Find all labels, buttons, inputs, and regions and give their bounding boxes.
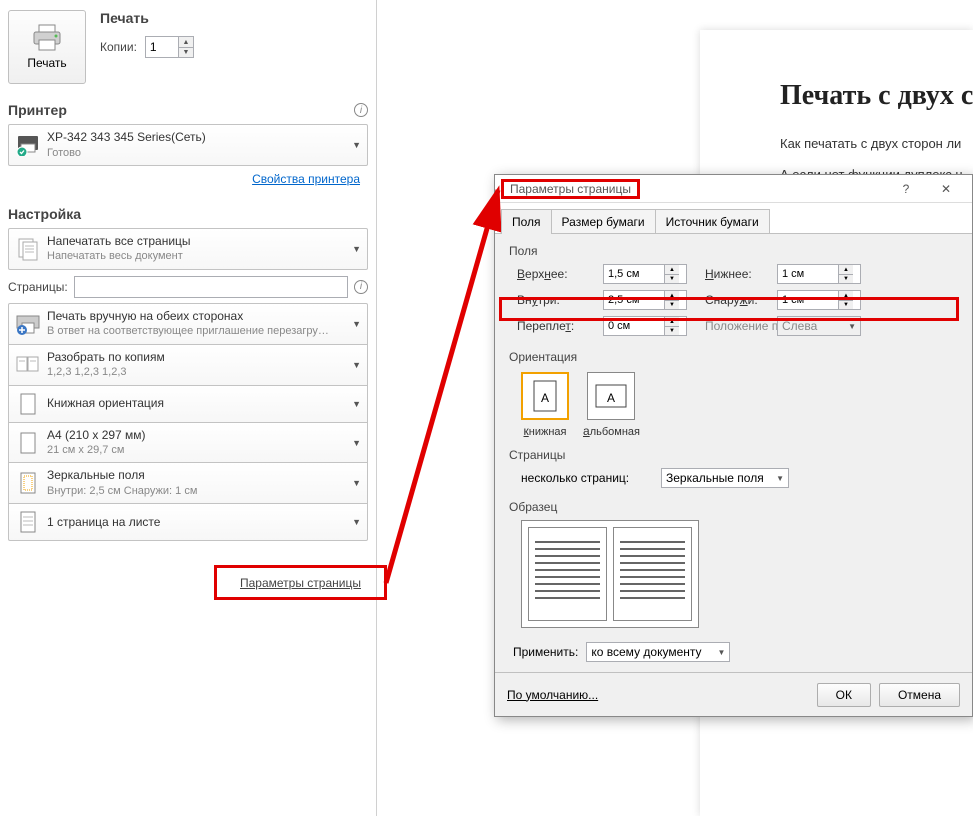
default-button[interactable]: По умолчанию... bbox=[507, 688, 598, 702]
page-icon bbox=[15, 430, 41, 456]
svg-text:A: A bbox=[541, 391, 549, 405]
spinner-down-icon[interactable]: ▼ bbox=[665, 300, 679, 309]
spinner-up-icon[interactable]: ▲ bbox=[665, 317, 679, 326]
dialog-title-highlight: Параметры страницы bbox=[501, 179, 640, 199]
spinner-up-icon[interactable]: ▲ bbox=[839, 291, 853, 300]
spinner-up-icon[interactable]: ▲ bbox=[179, 37, 193, 47]
outside-margin-label: Снаружи: bbox=[687, 293, 777, 307]
duplex-dropdown[interactable]: Печать вручную на обеих сторонахВ ответ … bbox=[8, 303, 368, 345]
printer-icon bbox=[31, 24, 63, 52]
tab-paper-source[interactable]: Источник бумаги bbox=[655, 209, 770, 234]
cancel-button[interactable]: Отмена bbox=[879, 683, 960, 707]
bottom-margin-input[interactable]: ▲▼ bbox=[777, 264, 861, 284]
spinner-down-icon[interactable]: ▼ bbox=[839, 300, 853, 309]
page-icon bbox=[15, 509, 41, 535]
printer-status: Готово bbox=[47, 146, 348, 160]
print-title: Печать bbox=[100, 10, 194, 26]
sample-preview bbox=[521, 520, 699, 628]
collate-dropdown[interactable]: Разобрать по копиям1,2,3 1,2,3 1,2,3 ▼ bbox=[8, 344, 368, 386]
apply-to-select[interactable]: ко всему документу▼ bbox=[586, 642, 730, 662]
pages-icon bbox=[15, 236, 41, 262]
chevron-down-icon: ▼ bbox=[352, 438, 361, 448]
help-button[interactable]: ? bbox=[886, 179, 926, 199]
fields-group-label: Поля bbox=[509, 244, 958, 258]
spinner-down-icon[interactable]: ▼ bbox=[839, 274, 853, 283]
chevron-down-icon: ▼ bbox=[352, 478, 361, 488]
chevron-down-icon: ▼ bbox=[352, 517, 361, 527]
close-button[interactable]: ✕ bbox=[926, 179, 966, 199]
multi-pages-select[interactable]: Зеркальные поля▼ bbox=[661, 468, 789, 488]
info-icon[interactable]: i bbox=[354, 280, 368, 294]
chevron-down-icon: ▼ bbox=[352, 244, 361, 254]
gutter-pos-select: Слева▼ bbox=[777, 316, 861, 336]
ok-button[interactable]: ОК bbox=[817, 683, 871, 707]
portrait-option[interactable]: A ккнижнаянижная bbox=[521, 372, 569, 438]
spinner-down-icon[interactable]: ▼ bbox=[179, 47, 193, 57]
gutter-input[interactable]: ▲▼ bbox=[603, 316, 687, 336]
top-margin-label: Верхнее: bbox=[517, 267, 603, 281]
margins-icon bbox=[15, 470, 41, 496]
chevron-down-icon: ▼ bbox=[352, 319, 361, 329]
settings-section-title: Настройка bbox=[8, 206, 81, 222]
print-range-label: Напечатать все страницы bbox=[47, 234, 348, 250]
dialog-title: Параметры страницы bbox=[510, 182, 631, 196]
outside-margin-input[interactable]: ▲▼ bbox=[777, 290, 861, 310]
gutter-label: Переплет: bbox=[517, 319, 603, 333]
print-panel: Печать Печать Копии: ▲▼ Принтерi XP-342 … bbox=[0, 0, 377, 816]
portrait-icon bbox=[15, 391, 41, 417]
copies-spinner[interactable]: ▲▼ bbox=[145, 36, 194, 58]
top-margin-input[interactable]: ▲▼ bbox=[603, 264, 687, 284]
print-button[interactable]: Печать bbox=[8, 10, 86, 84]
multi-pages-label: несколько страниц: bbox=[521, 471, 661, 485]
printer-section-title: Принтер bbox=[8, 102, 67, 118]
dialog-tabs: Поля Размер бумаги Источник бумаги bbox=[495, 203, 972, 234]
printer-dropdown[interactable]: XP-342 343 345 Series(Сеть)Готово ▼ bbox=[8, 124, 368, 166]
chevron-down-icon: ▼ bbox=[352, 140, 361, 150]
apply-to-label: Применить: bbox=[513, 645, 578, 659]
chevron-down-icon: ▼ bbox=[776, 474, 784, 483]
pages-label: Страницы: bbox=[8, 280, 68, 294]
gutter-pos-label: Положение переплета: bbox=[687, 319, 777, 333]
bottom-margin-label: Нижнее: bbox=[687, 267, 777, 281]
collate-icon bbox=[15, 352, 41, 378]
print-range-dropdown[interactable]: Напечатать все страницыНапечатать весь д… bbox=[8, 228, 368, 270]
copies-label: Копии: bbox=[100, 40, 137, 54]
doc-heading: Печать с двух ст bbox=[780, 80, 943, 112]
spinner-down-icon[interactable]: ▼ bbox=[665, 326, 679, 335]
info-icon[interactable]: i bbox=[354, 103, 368, 117]
chevron-down-icon: ▼ bbox=[848, 322, 856, 331]
inside-margin-label: Внутри: bbox=[517, 293, 603, 307]
tab-paper-size[interactable]: Размер бумаги bbox=[551, 209, 656, 234]
svg-text:A: A bbox=[607, 391, 615, 405]
pages-input[interactable] bbox=[74, 276, 348, 298]
page-setup-highlight: Параметры страницы bbox=[214, 565, 387, 600]
copies-input[interactable] bbox=[146, 37, 178, 57]
landscape-option[interactable]: A альбомная bbox=[583, 372, 640, 438]
chevron-down-icon: ▼ bbox=[352, 360, 361, 370]
pages-per-sheet-dropdown[interactable]: 1 страница на листе ▼ bbox=[8, 503, 368, 541]
spinner-down-icon[interactable]: ▼ bbox=[665, 274, 679, 283]
spinner-up-icon[interactable]: ▲ bbox=[839, 265, 853, 274]
margins-dropdown[interactable]: Зеркальные поляВнутри: 2,5 см Снаружи: 1… bbox=[8, 462, 368, 504]
inside-margin-input[interactable]: ▲▼ bbox=[603, 290, 687, 310]
orientation-dropdown[interactable]: Книжная ориентация ▼ bbox=[8, 385, 368, 423]
doc-paragraph: Как печатать с двух сторон ли bbox=[780, 136, 943, 151]
spinner-up-icon[interactable]: ▲ bbox=[665, 265, 679, 274]
printer-icon bbox=[15, 132, 41, 158]
print-button-label: Печать bbox=[27, 56, 66, 70]
sample-group-label: Образец bbox=[509, 500, 958, 514]
duplex-icon bbox=[15, 311, 41, 337]
printer-properties-link[interactable]: Свойства принтера bbox=[8, 166, 368, 192]
orientation-group-label: Ориентация bbox=[509, 350, 958, 364]
pages-group-label: Страницы bbox=[509, 448, 958, 462]
page-setup-link[interactable]: Параметры страницы bbox=[240, 576, 361, 590]
printer-name: XP-342 343 345 Series(Сеть) bbox=[47, 130, 348, 146]
spinner-up-icon[interactable]: ▲ bbox=[665, 291, 679, 300]
chevron-down-icon: ▼ bbox=[352, 399, 361, 409]
paper-size-dropdown[interactable]: A4 (210 x 297 мм)21 см x 29,7 см ▼ bbox=[8, 422, 368, 464]
tab-margins[interactable]: Поля bbox=[501, 209, 552, 234]
chevron-down-icon: ▼ bbox=[717, 648, 725, 657]
page-setup-dialog: Параметры страницы ? ✕ Поля Размер бумаг… bbox=[494, 174, 973, 717]
